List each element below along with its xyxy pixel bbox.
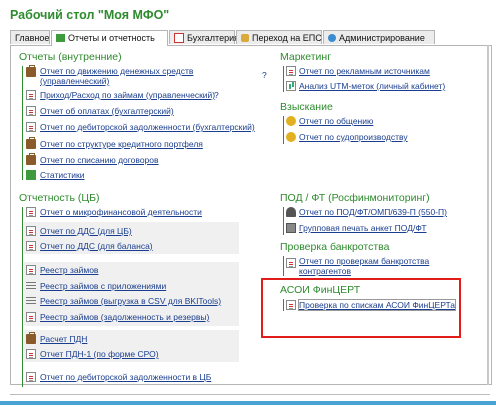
tab-accounting-label: Бухгалтерия	[187, 33, 239, 43]
link-loans-income[interactable]: Приход/Расход по займам (управленческий)	[40, 90, 215, 100]
list-icon	[26, 297, 36, 304]
help-icon[interactable]: ?	[262, 70, 267, 80]
document-icon	[286, 258, 296, 268]
briefcase-icon	[26, 137, 36, 149]
link-statistics[interactable]: Статистики	[40, 170, 84, 180]
link-payments-report[interactable]: Отчет об оплатах (бухгалтерский)	[40, 106, 174, 116]
vertical-scrollbar[interactable]	[487, 45, 489, 385]
link-court-report[interactable]: Отчет по судопроизводству	[299, 132, 408, 142]
section-bar-marketing	[283, 66, 284, 92]
chart-icon	[26, 170, 36, 180]
tab-main[interactable]: Главное	[10, 30, 50, 44]
list-icon	[26, 282, 36, 289]
link-receivables-report[interactable]: Отчет по дебиторской задолженности (бухг…	[40, 122, 255, 132]
section-bar-pod	[283, 207, 284, 235]
person-icon	[286, 207, 296, 217]
tab-reports-label: Отчеты и отчетность	[68, 33, 155, 43]
document-icon	[286, 66, 296, 76]
tab-accounting[interactable]: Бухгалтерия	[169, 30, 239, 44]
section-title-bankruptcy: Проверка банкротства	[280, 241, 390, 253]
tab-eps[interactable]: Переход на ЕПС	[236, 30, 322, 44]
link-microfinance-report[interactable]: Отчет о микрофинансовой деятельности	[40, 207, 202, 217]
link-writeoff-report[interactable]: Отчет по списанию договоров	[40, 155, 159, 165]
document-icon	[26, 241, 36, 251]
gear-icon	[328, 33, 336, 42]
link-cashflow-report-cont[interactable]: (управленческий)	[40, 76, 109, 86]
horizontal-scrollbar[interactable]	[0, 401, 496, 405]
link-cb-receivables[interactable]: Отчет по дебиторской задолженности в ЦБ	[40, 372, 211, 382]
briefcase-icon	[26, 153, 36, 165]
puzzle-icon	[241, 33, 249, 42]
section-title-internal: Отчеты (внутренние)	[19, 51, 122, 63]
document-icon	[26, 349, 36, 359]
coin-icon	[286, 116, 296, 126]
tab-reports[interactable]: Отчеты и отчетность	[51, 30, 168, 46]
section-title-cb: Отчетность (ЦБ)	[19, 192, 100, 204]
link-communication-report[interactable]: Отчет по общению	[299, 116, 373, 126]
link-ad-sources[interactable]: Отчет по рекламным источникам	[299, 66, 430, 76]
document-icon	[26, 312, 36, 322]
highlight-box	[261, 278, 461, 338]
link-loan-registry-attachments[interactable]: Реестр займов с приложениями	[40, 281, 166, 291]
tab-eps-label: Переход на ЕПС	[252, 33, 322, 43]
link-dds-balance[interactable]: Отчет по ДДС (для баланса)	[40, 241, 153, 251]
link-utm-analysis[interactable]: Анализ UTM-меток (личный кабинет)	[299, 81, 445, 91]
section-bar-cb	[22, 207, 23, 387]
link-loan-registry[interactable]: Реестр займов	[40, 265, 98, 275]
printer-icon	[286, 223, 296, 233]
briefcase-icon	[26, 332, 36, 344]
section-bar-collection	[283, 116, 284, 144]
link-dds-cb[interactable]: Отчет по ДДС (для ЦБ)	[40, 226, 132, 236]
link-bankruptcy-check-cont[interactable]: контрагентов	[299, 266, 351, 276]
section-title-collection: Взыскание	[280, 101, 333, 113]
chart-icon	[56, 33, 65, 42]
tab-main-label: Главное	[15, 33, 50, 43]
link-portfolio-structure[interactable]: Отчет по структуре кредитного портфеля	[40, 139, 203, 149]
panel-bottom-divider	[10, 394, 490, 395]
link-pdn1-report[interactable]: Отчет ПДН-1 (по форме СРО)	[40, 349, 159, 359]
help-icon[interactable]: ?	[214, 90, 219, 100]
page-title: Рабочий стол "Моя МФО"	[10, 8, 170, 22]
document-icon	[26, 372, 36, 382]
link-bankruptcy-check[interactable]: Отчет по проверкам банкротства	[299, 256, 429, 266]
section-title-pod: ПОД / ФТ (Росфинмониторинг)	[280, 192, 430, 204]
link-cashflow-report[interactable]: Отчет по движению денежных средств	[40, 66, 193, 76]
section-title-marketing: Маркетинг	[280, 51, 332, 63]
link-loan-registry-csv[interactable]: Реестр займов (выгрузка в CSV для BKIToo…	[40, 296, 221, 306]
link-pod-report[interactable]: Отчет по ПОД/ФТ/ОМП/639-П (550-П)	[299, 207, 447, 217]
calendar-icon	[174, 32, 184, 43]
link-pdn-calc[interactable]: Расчет ПДН	[40, 334, 87, 344]
section-bar-bankruptcy	[283, 256, 284, 276]
document-icon	[26, 265, 36, 275]
briefcase-icon	[26, 65, 36, 77]
document-icon	[26, 226, 36, 236]
coin-icon	[286, 132, 296, 142]
link-group-print[interactable]: Групповая печать анкет ПОД/ФТ	[299, 223, 427, 233]
tab-admin[interactable]: Администрирование	[323, 30, 435, 44]
section-bar-internal	[22, 66, 23, 180]
document-icon	[26, 122, 36, 132]
document-icon	[26, 90, 36, 100]
tab-admin-label: Администрирование	[339, 33, 425, 43]
link-loan-registry-reserves[interactable]: Реестр займов (задолженность и резервы)	[40, 312, 209, 322]
chart-icon	[286, 81, 296, 91]
document-icon	[26, 106, 36, 116]
document-icon	[26, 207, 36, 217]
